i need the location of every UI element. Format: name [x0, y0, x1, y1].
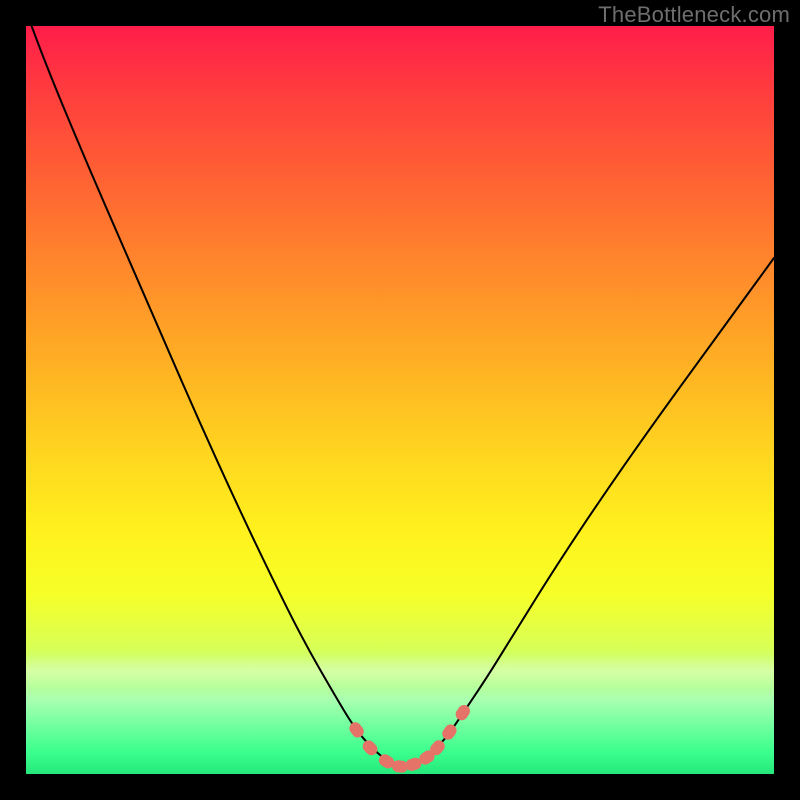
valley-marker [360, 738, 380, 758]
chart-frame: TheBottleneck.com [0, 0, 800, 800]
valley-marker [453, 703, 472, 723]
plot-area [26, 26, 774, 774]
bottleneck-curve [26, 26, 774, 766]
valley-markers [347, 703, 472, 774]
chart-svg [26, 26, 774, 774]
watermark-text: TheBottleneck.com [598, 2, 790, 28]
